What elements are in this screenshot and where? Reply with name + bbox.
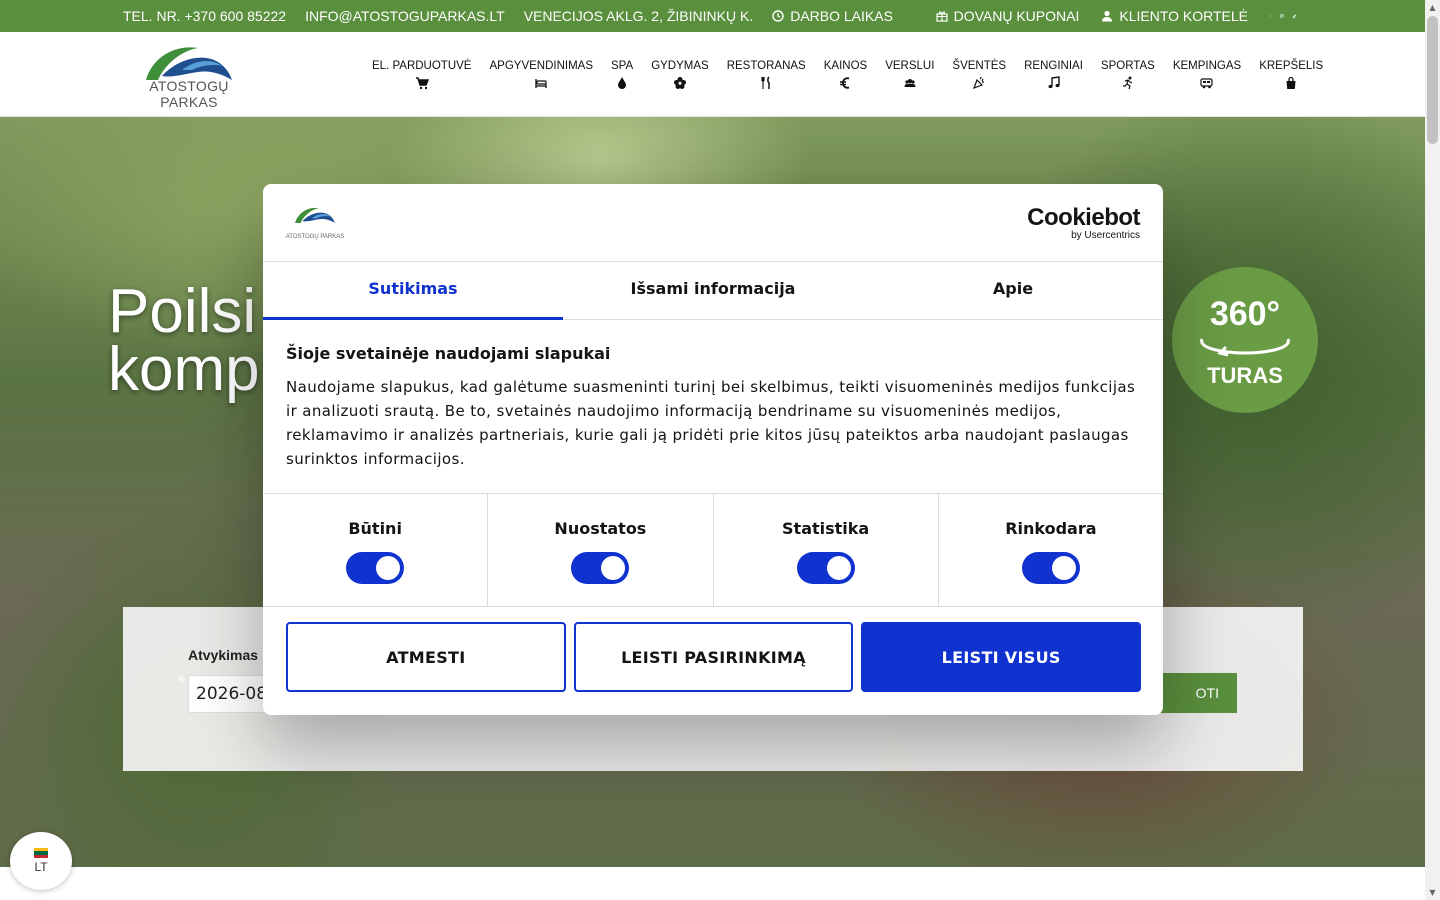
dialog-header: ATOSTOGŲ PARKAS Cookiebot by Usercentric…: [263, 184, 1163, 262]
toggle-knob: [601, 556, 626, 580]
allow-all-button[interactable]: LEISTI VISUS: [861, 622, 1142, 692]
cookiebot-by: by Usercentrics: [1071, 230, 1140, 241]
toggle-label: Rinkodara: [1005, 519, 1097, 538]
toggle-label: Statistika: [782, 519, 870, 538]
toggle-knob: [826, 556, 851, 580]
toggle-statistics: Statistika: [714, 494, 939, 606]
dialog-description: Naudojame slapukus, kad galėtume suasmen…: [286, 378, 1136, 468]
logo-swoosh-icon: [295, 207, 335, 223]
toggle-necessary: Būtini: [263, 494, 489, 606]
toggle-knob: [376, 556, 401, 580]
toggle-label: Būtini: [348, 519, 402, 538]
toggle-knob: [1051, 556, 1076, 580]
dialog-buttons: ATMESTI LEISTI PASIRINKIMĄ LEISTI VISUS: [286, 622, 1142, 692]
tab-about[interactable]: Apie: [863, 262, 1163, 319]
toggle-preferences: Nuostatos: [488, 494, 714, 606]
dialog-logo-text: ATOSTOGŲ PARKAS: [285, 234, 345, 240]
cookiebot-name: Cookiebot: [1027, 204, 1140, 231]
consent-toggles: Būtini Nuostatos Statistika Rinkodara: [263, 493, 1163, 607]
allow-selection-button[interactable]: LEISTI PASIRINKIMĄ: [573, 622, 854, 692]
toggle-marketing: Rinkodara: [939, 494, 1163, 606]
tab-details[interactable]: Išsami informacija: [563, 262, 863, 319]
dialog-heading: Šioje svetainėje naudojami slapukai: [286, 344, 611, 363]
scroll-down-icon[interactable]: ▼: [1428, 888, 1437, 897]
toggle-switch-marketing[interactable]: [1021, 552, 1080, 584]
scrollbar-thumb[interactable]: [1427, 16, 1438, 144]
cookiebot-brand[interactable]: Cookiebot by Usercentrics: [1027, 204, 1140, 242]
cookie-overlay: ATOSTOGŲ PARKAS Cookiebot by Usercentric…: [0, 0, 1425, 900]
tab-consent[interactable]: Sutikimas: [263, 262, 563, 320]
toggle-label: Nuostatos: [554, 519, 647, 538]
reject-button[interactable]: ATMESTI: [286, 622, 566, 692]
scroll-up-icon[interactable]: ▲: [1428, 3, 1437, 12]
toggle-switch-necessary[interactable]: [346, 552, 405, 584]
toggle-switch-statistics[interactable]: [796, 552, 855, 584]
cookie-consent-dialog: ATOSTOGŲ PARKAS Cookiebot by Usercentric…: [263, 184, 1163, 715]
dialog-body: Šioje svetainėje naudojami slapukai Naud…: [286, 344, 1141, 471]
dialog-tabs: Sutikimas Išsami informacija Apie: [263, 262, 1163, 320]
page-scrollbar[interactable]: ▲ ▼: [1425, 0, 1440, 900]
toggle-switch-preferences[interactable]: [571, 552, 630, 584]
dialog-site-logo: ATOSTOGŲ PARKAS: [284, 204, 346, 240]
